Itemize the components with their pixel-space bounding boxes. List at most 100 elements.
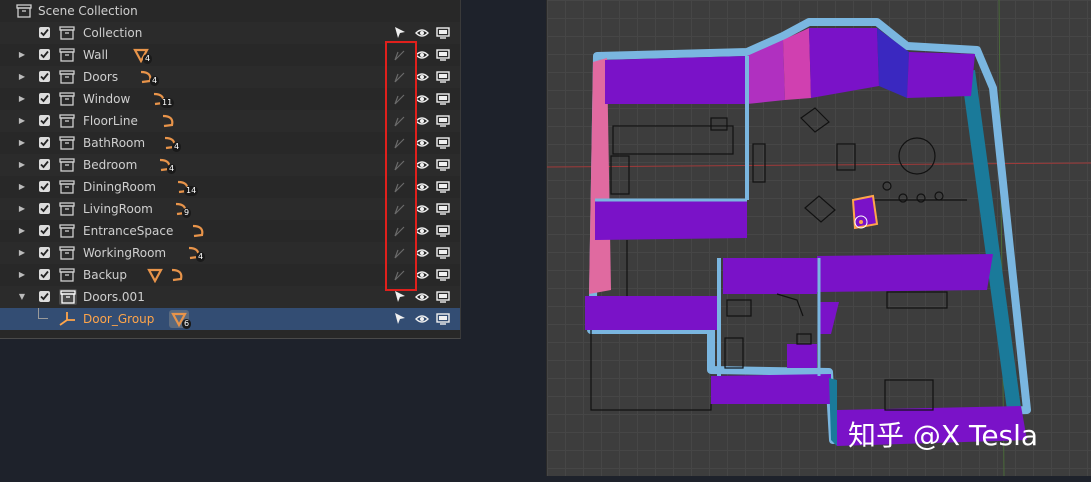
expand-arrow-icon[interactable]: ▶ xyxy=(17,182,27,191)
collection-icon xyxy=(59,26,75,40)
selectable-icon[interactable] xyxy=(392,25,408,41)
expand-arrow-icon[interactable]: ▶ xyxy=(17,160,27,169)
collection-icon xyxy=(59,48,75,62)
row-label: Doors xyxy=(83,70,119,84)
row-label: DiningRoom xyxy=(83,180,156,194)
outliner-row-door-group[interactable]: Door_Group 6 xyxy=(0,308,460,330)
monitor-icon[interactable] xyxy=(435,267,451,283)
exclude-checkbox[interactable] xyxy=(39,181,50,192)
row-label: Window xyxy=(83,92,131,106)
wall-inner-center xyxy=(723,258,817,294)
tree-line xyxy=(38,318,48,319)
selectable-icon[interactable] xyxy=(392,311,408,327)
monitor-icon[interactable] xyxy=(435,113,451,129)
monitor-icon[interactable] xyxy=(435,223,451,239)
monitor-icon[interactable] xyxy=(435,25,451,41)
row-label: Collection xyxy=(83,26,143,40)
row-label: LivingRoom xyxy=(83,202,153,216)
child-count-badge: 4 xyxy=(150,76,160,86)
floor-plan-scene xyxy=(547,0,1091,476)
scene-collection-label: Scene Collection xyxy=(38,4,138,18)
row-label: WorkingRoom xyxy=(83,246,167,260)
collection-icon xyxy=(59,268,75,282)
collection-icon xyxy=(59,158,75,172)
collection-icon xyxy=(59,114,75,128)
expand-arrow-icon[interactable]: ▶ xyxy=(17,270,27,279)
exclude-checkbox[interactable] xyxy=(39,247,50,258)
monitor-icon[interactable] xyxy=(435,245,451,261)
row-label: Wall xyxy=(83,48,109,62)
monitor-icon[interactable] xyxy=(435,157,451,173)
y-axis-line xyxy=(998,0,1005,476)
eye-icon[interactable] xyxy=(414,289,430,305)
exclude-checkbox[interactable] xyxy=(39,115,50,126)
scene-collection-row[interactable]: Scene Collection xyxy=(0,0,460,22)
monitor-icon[interactable] xyxy=(435,91,451,107)
curve-icon xyxy=(160,113,176,132)
row-label: Bedroom xyxy=(83,158,138,172)
exclude-checkbox[interactable] xyxy=(39,291,50,302)
expand-arrow-icon[interactable]: ▶ xyxy=(17,72,27,81)
collection-icon xyxy=(59,224,75,238)
wall-inner-right xyxy=(817,254,993,292)
collection-icon xyxy=(59,246,75,260)
selectable-icon[interactable] xyxy=(392,289,408,305)
outliner-panel: Scene Collection Collection ▶ Wall 4 ▶ D… xyxy=(0,0,461,339)
3d-viewport[interactable] xyxy=(546,0,1091,476)
row-label: Doors.001 xyxy=(83,290,145,304)
collection-icon xyxy=(59,70,75,84)
monitor-icon[interactable] xyxy=(435,201,451,217)
expand-arrow-icon[interactable]: ▶ xyxy=(17,248,27,257)
expand-arrow-icon[interactable]: ▶ xyxy=(17,226,27,235)
collapse-arrow-icon[interactable]: ▼ xyxy=(17,292,27,301)
exclude-checkbox[interactable] xyxy=(39,93,50,104)
wall-top-4 xyxy=(809,28,879,98)
monitor-icon[interactable] xyxy=(435,135,451,151)
child-count-badge: 9 xyxy=(182,208,192,218)
expand-arrow-icon[interactable]: ▶ xyxy=(17,116,27,125)
eye-icon[interactable] xyxy=(414,25,430,41)
expand-arrow-icon[interactable]: ▶ xyxy=(17,204,27,213)
exclude-checkbox[interactable] xyxy=(39,203,50,214)
monitor-icon[interactable] xyxy=(435,289,451,305)
exclude-checkbox[interactable] xyxy=(39,27,50,38)
monitor-icon[interactable] xyxy=(435,47,451,63)
expand-arrow-icon[interactable]: ▶ xyxy=(17,50,27,59)
wall-bottom-left xyxy=(585,296,717,330)
child-count-badge: 6 xyxy=(182,319,192,329)
curve-icon xyxy=(169,267,185,286)
mesh-triangle-icon xyxy=(147,267,163,286)
monitor-icon[interactable] xyxy=(435,311,451,327)
exclude-checkbox[interactable] xyxy=(39,137,50,148)
watermark-text: 知乎 @X Tesla xyxy=(848,419,1039,452)
row-label: EntranceSpace xyxy=(83,224,174,238)
wall-top-6 xyxy=(907,52,975,98)
expand-arrow-icon[interactable]: ▶ xyxy=(17,138,27,147)
wall-inner-mid xyxy=(595,200,747,240)
exclude-checkbox[interactable] xyxy=(39,269,50,280)
exclude-checkbox[interactable] xyxy=(39,225,50,236)
child-count-badge: 11 xyxy=(160,98,175,108)
curve-icon xyxy=(190,223,206,242)
exclude-checkbox[interactable] xyxy=(39,159,50,170)
child-count-badge: 4 xyxy=(196,252,206,262)
exclude-checkbox[interactable] xyxy=(39,49,50,60)
wall-small xyxy=(787,344,817,368)
expand-arrow-icon[interactable]: ▶ xyxy=(17,94,27,103)
row-label: BathRoom xyxy=(83,136,146,150)
wall-bottom-mid xyxy=(711,374,831,404)
row-label: Backup xyxy=(83,268,127,282)
child-count-badge: 4 xyxy=(167,164,177,174)
row-label: FloorLine xyxy=(83,114,138,128)
selected-door-group-object xyxy=(851,194,879,230)
wall-top-3 xyxy=(783,28,811,100)
collection-icon xyxy=(59,136,75,150)
collection-icon xyxy=(59,180,75,194)
collection-icon xyxy=(59,202,75,216)
monitor-icon[interactable] xyxy=(435,179,451,195)
monitor-icon[interactable] xyxy=(435,69,451,85)
collection-icon xyxy=(59,92,75,106)
exclude-checkbox[interactable] xyxy=(39,71,50,82)
red-highlight-box xyxy=(385,41,417,291)
eye-icon[interactable] xyxy=(414,311,430,327)
